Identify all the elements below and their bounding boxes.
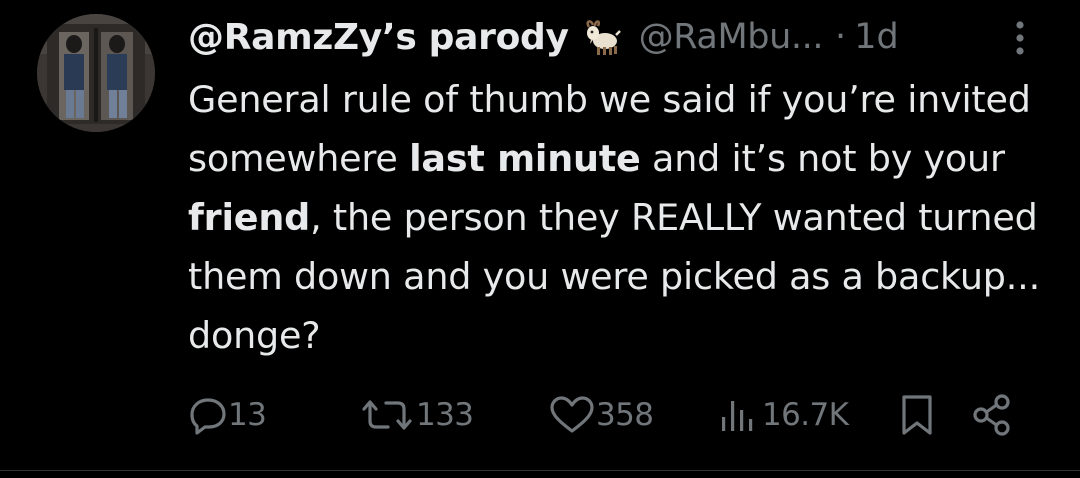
tweet-text-bold: last minute <box>409 137 641 180</box>
bookmark-button[interactable] <box>900 390 934 440</box>
repost-icon <box>358 395 416 435</box>
tweet-header: @RamzZy’s parody @RaMbu... · 1d <box>188 12 899 62</box>
goat-emoji-icon <box>583 17 623 57</box>
views-count: 16.7K <box>762 397 849 433</box>
tweet-actions: 13 133 358 16.7K <box>188 390 1028 440</box>
reply-button[interactable]: 13 <box>188 390 267 440</box>
heart-icon <box>548 395 596 435</box>
tweet-text: General rule of thumb we said if you’re … <box>188 70 1048 365</box>
like-button[interactable]: 358 <box>548 390 654 440</box>
repost-count: 133 <box>416 397 474 433</box>
timestamp[interactable]: 1d <box>854 17 899 57</box>
tweet-text-bold: friend <box>188 196 311 239</box>
more-options-icon[interactable] <box>1008 18 1032 58</box>
display-name[interactable]: @RamzZy’s parody <box>188 17 569 58</box>
tweet-card[interactable]: @RamzZy’s parody @RaMbu... · 1d General … <box>0 0 1080 478</box>
views-button[interactable]: 16.7K <box>718 390 849 440</box>
bookmark-icon <box>900 393 934 437</box>
like-count: 358 <box>596 397 654 433</box>
share-button[interactable] <box>970 390 1014 440</box>
separator-dot: · <box>835 17 847 57</box>
reply-icon <box>188 395 228 435</box>
author-handle[interactable]: @RaMbu... <box>639 17 824 57</box>
tweet-text-segment: and it’s not by your <box>640 137 1005 180</box>
tweet-text-segment: , the person they REALLY wanted turned t… <box>188 196 1040 357</box>
repost-button[interactable]: 133 <box>358 390 474 440</box>
avatar[interactable] <box>37 14 155 132</box>
divider <box>0 470 1080 471</box>
views-chart-icon <box>718 395 762 435</box>
reply-count: 13 <box>228 397 267 433</box>
share-icon <box>970 393 1014 437</box>
